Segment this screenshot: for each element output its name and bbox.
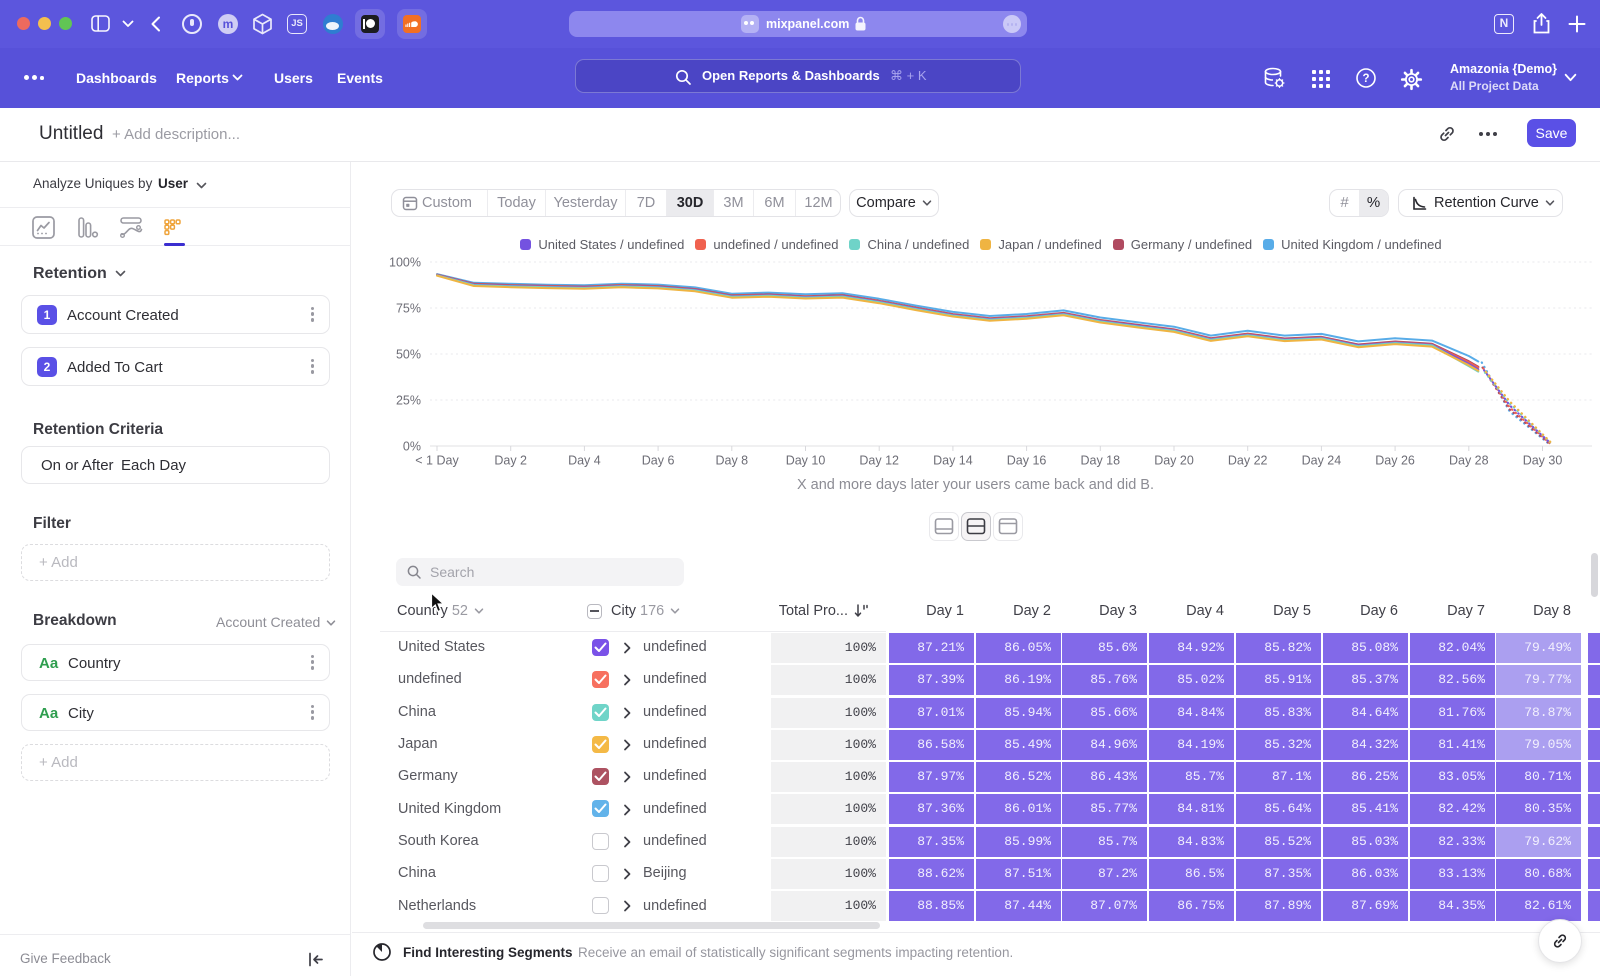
svg-text:Day 22: Day 22 [1228,454,1268,468]
svg-text:Day 4: Day 4 [568,454,601,468]
svg-text:Day 30: Day 30 [1523,454,1563,468]
svg-text:Day 26: Day 26 [1375,454,1415,468]
svg-text:Day 2: Day 2 [494,454,527,468]
svg-text:75%: 75% [396,302,421,316]
svg-text:50%: 50% [396,348,421,362]
svg-text:25%: 25% [396,394,421,408]
svg-text:Day 14: Day 14 [933,454,973,468]
svg-text:Day 24: Day 24 [1302,454,1342,468]
svg-text:?: ? [1362,73,1369,85]
svg-text:< 1 Day: < 1 Day [415,454,459,468]
svg-text:Day 10: Day 10 [786,454,826,468]
svg-text:100%: 100% [389,256,421,270]
svg-text:0%: 0% [403,440,421,454]
svg-text:Day 12: Day 12 [859,454,899,468]
svg-text:Day 18: Day 18 [1080,454,1120,468]
svg-text:Day 20: Day 20 [1154,454,1194,468]
svg-text:Day 8: Day 8 [715,454,748,468]
svg-text:Day 6: Day 6 [642,454,675,468]
svg-text:Day 28: Day 28 [1449,454,1489,468]
svg-text:Day 16: Day 16 [1007,454,1047,468]
